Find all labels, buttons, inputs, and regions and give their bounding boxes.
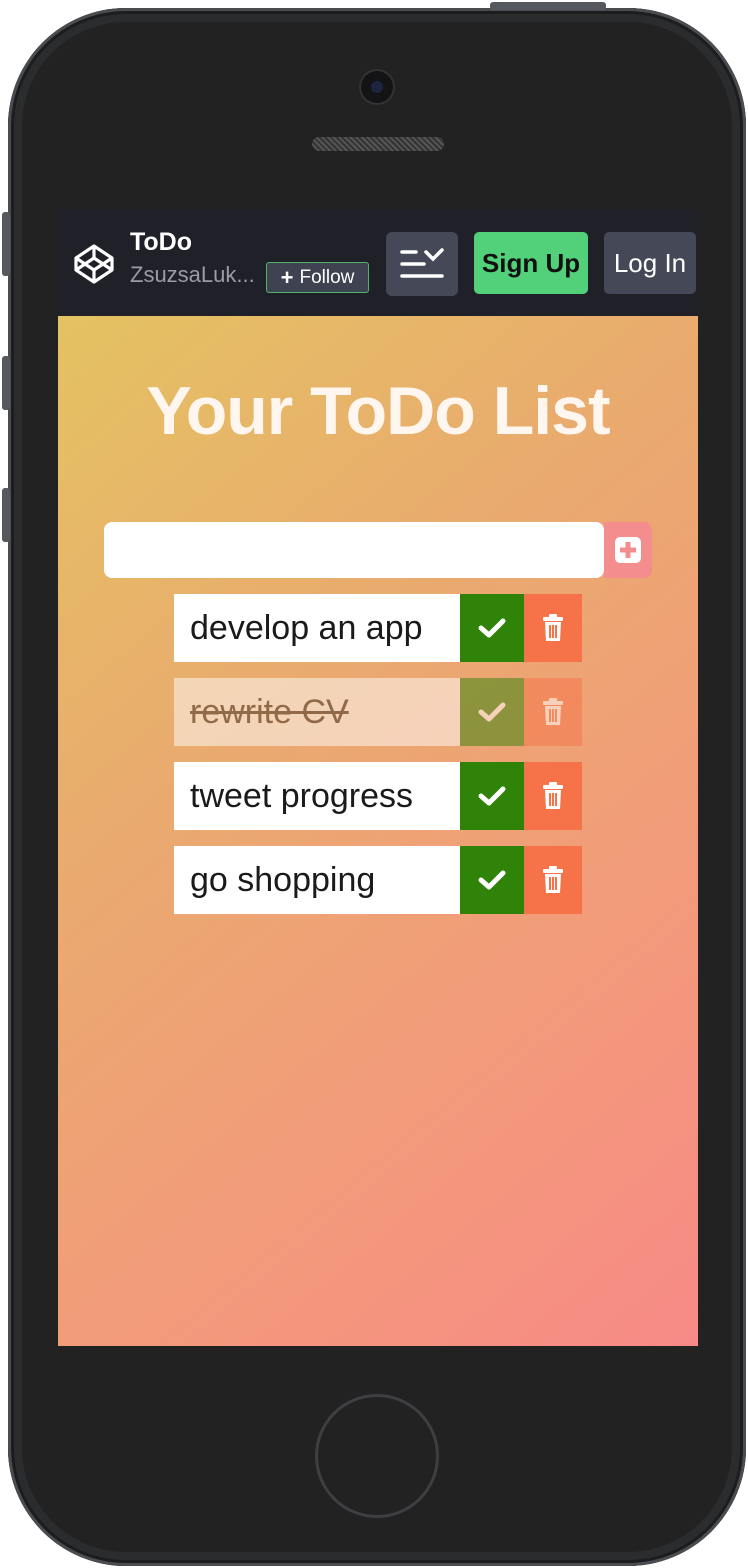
plus-square-icon	[615, 537, 641, 563]
app-content: Your ToDo List develop an app rewrite CV t…	[58, 316, 698, 1346]
todo-text[interactable]: rewrite CV	[174, 678, 460, 746]
delete-button[interactable]	[524, 762, 582, 830]
author-name[interactable]: ZsuzsaLuk...	[130, 262, 258, 288]
todo-input[interactable]	[104, 522, 604, 578]
todo-item: go shopping	[174, 846, 582, 914]
trash-icon	[543, 698, 563, 725]
todo-text[interactable]: tweet progress	[174, 762, 460, 830]
plus-icon: +	[280, 264, 294, 290]
todo-text[interactable]: go shopping	[174, 846, 460, 914]
check-icon	[478, 870, 506, 890]
screen: ToDo ZsuzsaLuk... + Follow Sign Up Log I…	[58, 210, 698, 1346]
add-todo-button[interactable]	[604, 522, 652, 578]
complete-button[interactable]	[460, 846, 524, 914]
complete-button[interactable]	[460, 678, 524, 746]
check-icon	[478, 618, 506, 638]
codepen-logo-icon[interactable]	[72, 242, 116, 286]
follow-label: Follow	[299, 266, 355, 288]
delete-button[interactable]	[524, 678, 582, 746]
complete-button[interactable]	[460, 762, 524, 830]
todo-item: develop an app	[174, 594, 582, 662]
follow-button[interactable]: + Follow	[266, 262, 369, 293]
page-title: Your ToDo List	[146, 373, 610, 449]
todo-item: rewrite CV	[174, 678, 582, 746]
trash-icon	[543, 782, 563, 809]
complete-button[interactable]	[460, 594, 524, 662]
menu-collapse-icon	[400, 248, 444, 278]
trash-icon	[543, 866, 563, 893]
trash-icon	[543, 614, 563, 641]
log-in-button[interactable]: Log In	[604, 232, 696, 294]
todo-text[interactable]: develop an app	[174, 594, 460, 662]
top-bar: ToDo ZsuzsaLuk... + Follow Sign Up Log I…	[58, 210, 698, 316]
earpiece-speaker	[312, 137, 444, 151]
delete-button[interactable]	[524, 846, 582, 914]
sign-up-button[interactable]: Sign Up	[474, 232, 588, 294]
front-camera	[361, 71, 393, 103]
todo-item: tweet progress	[174, 762, 582, 830]
phone-volume-up	[2, 356, 10, 410]
todo-list: develop an app rewrite CV tweet progress go…	[174, 594, 582, 930]
phone-volume-down	[2, 488, 10, 542]
delete-button[interactable]	[524, 594, 582, 662]
pen-title[interactable]: ToDo	[130, 228, 192, 257]
phone-silent-switch	[2, 212, 10, 276]
home-button[interactable]	[315, 1394, 439, 1518]
phone-power-button	[490, 2, 606, 10]
check-icon	[478, 702, 506, 722]
check-icon	[478, 786, 506, 806]
menu-button[interactable]	[386, 232, 458, 296]
